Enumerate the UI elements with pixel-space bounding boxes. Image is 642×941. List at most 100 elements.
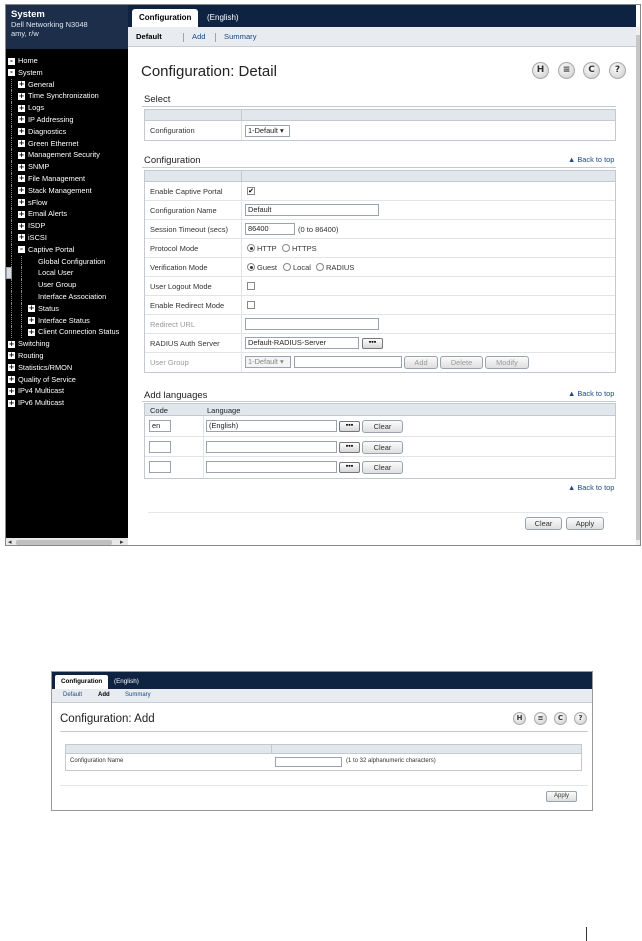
subtab-summary[interactable]: Summary bbox=[125, 692, 151, 698]
scrollbar-thumb[interactable] bbox=[16, 540, 112, 545]
language-browse-button[interactable]: ▪▪▪ bbox=[339, 462, 360, 473]
tab-english[interactable]: (English) bbox=[108, 675, 145, 689]
expand-icon[interactable]: + bbox=[18, 104, 25, 112]
nav-item[interactable]: Interface Association bbox=[6, 290, 128, 303]
nav-item[interactable]: + Client Connection Status bbox=[6, 326, 128, 339]
language-name-input[interactable] bbox=[206, 461, 337, 473]
subtab-summary[interactable]: Summary bbox=[224, 32, 257, 41]
session-timeout-input[interactable]: 86400 bbox=[245, 223, 295, 235]
nav-item[interactable]: - System bbox=[6, 67, 128, 79]
nav-item[interactable]: + Statistics/RMON bbox=[6, 362, 128, 374]
collapse-icon[interactable]: - bbox=[8, 69, 15, 77]
nav-item[interactable]: + Quality of Service bbox=[6, 374, 128, 386]
scroll-left-icon[interactable]: ◂ bbox=[8, 538, 12, 545]
subtab-default[interactable]: Default bbox=[63, 692, 82, 698]
help-icon[interactable]: ? bbox=[574, 712, 587, 725]
expand-icon[interactable]: + bbox=[8, 364, 15, 372]
language-clear-button[interactable]: Clear bbox=[362, 440, 403, 454]
nav-item[interactable]: + Routing bbox=[6, 350, 128, 362]
nav-item[interactable]: + Green Ethernet bbox=[6, 137, 128, 150]
horizontal-scrollbar[interactable]: ◂ ▸ bbox=[6, 538, 128, 545]
nav-item[interactable]: User Group bbox=[6, 279, 128, 291]
nav-item[interactable]: + Diagnostics bbox=[6, 125, 128, 138]
user-group-modify-button[interactable]: Modify bbox=[485, 356, 529, 369]
back-to-top-link[interactable]: ▲ Back to top bbox=[568, 483, 614, 492]
nav-item[interactable]: + iSCSI bbox=[6, 231, 128, 244]
back-to-top-link[interactable]: ▲ Back to top bbox=[568, 155, 614, 164]
collapse-icon[interactable]: - bbox=[8, 57, 15, 65]
configuration-name-input[interactable]: Default bbox=[245, 204, 379, 216]
verification-radius-radio[interactable] bbox=[316, 263, 324, 271]
configuration-name-input[interactable] bbox=[275, 757, 342, 767]
language-clear-button[interactable]: Clear bbox=[362, 461, 403, 474]
radius-auth-server-input[interactable]: Default-RADIUS-Server bbox=[245, 337, 359, 349]
expand-icon[interactable]: + bbox=[8, 340, 15, 348]
refresh-icon[interactable]: C bbox=[583, 62, 600, 79]
nav-item[interactable]: + SNMP bbox=[6, 161, 128, 173]
nav-item[interactable]: + File Management bbox=[6, 172, 128, 185]
tab-configuration[interactable]: Configuration bbox=[132, 9, 199, 27]
nav-item[interactable]: Local User bbox=[6, 267, 128, 280]
nav-item[interactable]: + Status bbox=[6, 302, 128, 315]
nav-item[interactable]: + Stack Management bbox=[6, 184, 128, 197]
help-icon[interactable]: ? bbox=[609, 62, 626, 79]
enable-redirect-mode-checkbox[interactable] bbox=[247, 301, 255, 309]
language-code-input[interactable]: en bbox=[149, 420, 171, 432]
nav-item[interactable]: + Email Alerts bbox=[6, 208, 128, 221]
subtab-default[interactable]: Default bbox=[136, 32, 162, 41]
subtab-add[interactable]: Add bbox=[192, 32, 206, 41]
user-group-add-button[interactable]: Add bbox=[404, 356, 438, 369]
tab-configuration[interactable]: Configuration bbox=[55, 675, 109, 689]
expand-icon[interactable]: + bbox=[18, 222, 25, 230]
expand-icon[interactable]: + bbox=[18, 140, 25, 148]
verification-local-radio[interactable] bbox=[283, 263, 291, 271]
expand-icon[interactable]: + bbox=[18, 199, 25, 207]
expand-icon[interactable]: + bbox=[18, 175, 25, 183]
scroll-right-icon[interactable]: ▸ bbox=[120, 538, 124, 545]
vertical-scrollbar[interactable] bbox=[636, 27, 640, 545]
nav-item[interactable]: + Management Security bbox=[6, 149, 128, 162]
save-icon[interactable]: H bbox=[532, 62, 549, 79]
expand-icon[interactable]: + bbox=[28, 305, 35, 313]
verification-guest-radio[interactable] bbox=[247, 263, 255, 271]
nav-item[interactable]: + Logs bbox=[6, 102, 128, 114]
expand-icon[interactable]: + bbox=[18, 234, 25, 242]
subtab-add[interactable]: Add bbox=[98, 692, 110, 698]
expand-icon[interactable]: + bbox=[18, 210, 25, 218]
user-group-input[interactable] bbox=[294, 356, 402, 368]
expand-icon[interactable]: + bbox=[18, 187, 25, 195]
user-group-select[interactable]: 1-Default ▾ bbox=[245, 356, 291, 368]
apply-button[interactable]: Apply bbox=[546, 791, 577, 802]
expand-icon[interactable]: + bbox=[18, 92, 25, 100]
nav-item[interactable]: + IPv6 Multicast bbox=[6, 397, 128, 409]
refresh-icon[interactable]: C bbox=[554, 712, 567, 725]
radius-server-browse-button[interactable]: ▪▪▪ bbox=[362, 338, 383, 349]
language-name-input[interactable]: (English) bbox=[206, 420, 337, 432]
nav-item[interactable]: + General bbox=[6, 78, 128, 91]
nav-item[interactable]: - Captive Portal bbox=[6, 243, 128, 256]
language-name-input[interactable] bbox=[206, 440, 337, 453]
nav-item[interactable]: + Interface Status bbox=[6, 314, 128, 327]
expand-icon[interactable]: + bbox=[18, 151, 25, 159]
scrollbar-thumb[interactable] bbox=[636, 35, 640, 540]
print-icon[interactable]: ≡ bbox=[534, 712, 547, 725]
collapse-icon[interactable]: - bbox=[18, 246, 25, 254]
nav-item[interactable]: + IP Addressing bbox=[6, 113, 128, 126]
language-browse-button[interactable]: ▪▪▪ bbox=[339, 421, 360, 432]
nav-item[interactable]: + Time Synchronization bbox=[6, 90, 128, 103]
user-logout-mode-checkbox[interactable] bbox=[247, 282, 255, 290]
user-group-delete-button[interactable]: Delete bbox=[440, 356, 483, 369]
back-to-top-link[interactable]: ▲ Back to top bbox=[568, 389, 614, 398]
expand-icon[interactable]: + bbox=[18, 81, 25, 89]
expand-icon[interactable]: + bbox=[8, 399, 15, 407]
nav-item[interactable]: + IPv4 Multicast bbox=[6, 385, 128, 397]
save-icon[interactable]: H bbox=[513, 712, 526, 725]
expand-icon[interactable]: + bbox=[8, 387, 15, 395]
protocol-http-radio[interactable] bbox=[247, 244, 255, 252]
nav-item[interactable]: + Switching bbox=[6, 338, 128, 350]
expand-icon[interactable]: + bbox=[8, 352, 15, 360]
configuration-select[interactable]: 1-Default ▾ bbox=[245, 125, 290, 137]
print-icon[interactable]: ≡ bbox=[558, 62, 575, 79]
language-browse-button[interactable]: ▪▪▪ bbox=[339, 441, 360, 453]
expand-icon[interactable]: + bbox=[18, 163, 25, 171]
